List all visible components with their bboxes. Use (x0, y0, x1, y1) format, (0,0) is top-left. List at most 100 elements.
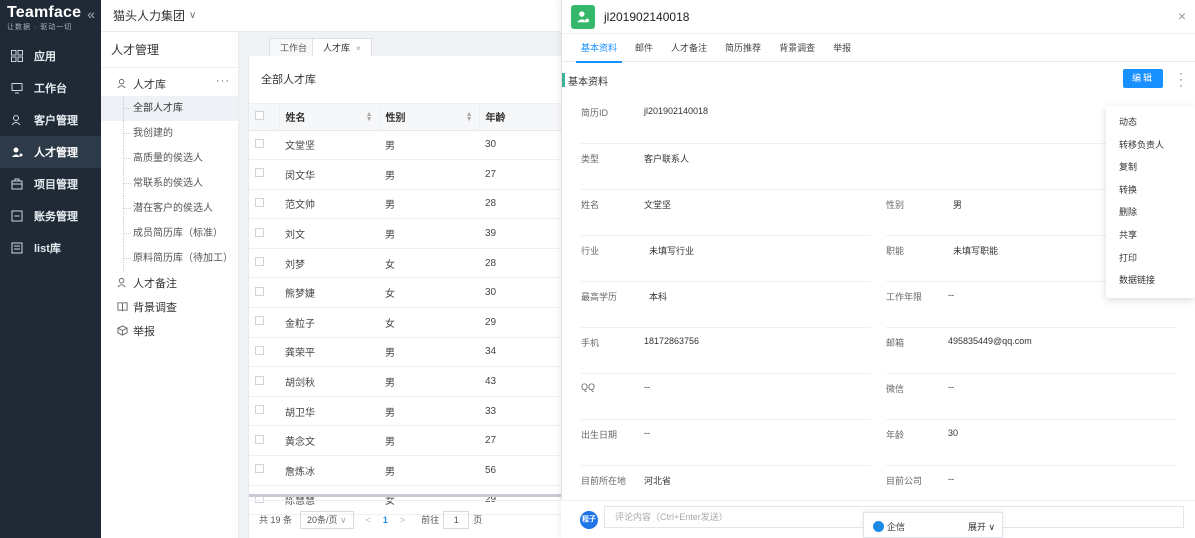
sidebar-item-all-talent[interactable]: 全部人才库 (101, 96, 238, 121)
menu-item-transfer-owner[interactable]: 转移负责人 (1106, 134, 1195, 157)
sidebar-group-talent-notes[interactable]: 人才备注 (101, 271, 238, 295)
section-header: 基本资料 编辑 · · · (562, 66, 1195, 94)
table-row[interactable]: 熊梦婕女 30 (249, 277, 562, 309)
nav-item-talent[interactable]: 人才管理 (0, 136, 101, 168)
table-row[interactable]: 闵文华男 27 (249, 159, 562, 190)
menu-item-data-link[interactable]: 数据链接 (1106, 269, 1195, 292)
edit-button[interactable]: 编辑 (1123, 69, 1163, 88)
menu-item-share[interactable]: 共享 (1106, 224, 1195, 247)
sidebar-item-member-standard[interactable]: 成员简历库（标准） (101, 221, 238, 246)
column-header-name[interactable]: 姓名 ▲ ▼ (279, 104, 380, 131)
pagination: 共 19 条 20条/页 ∨ < 1 > 前往 1 页 (249, 500, 562, 538)
section-marker (562, 73, 565, 87)
chat-expand-button[interactable]: 展开 ∨ (968, 520, 995, 533)
row-select-cell (249, 396, 279, 427)
row-checkbox[interactable] (255, 316, 264, 326)
column-header-gender[interactable]: 性别 ▲ ▼ (379, 104, 480, 131)
tab-basic-info[interactable]: 基本资料 (572, 34, 626, 63)
chat-expand-label: 展开 (968, 522, 987, 532)
nav-item-label: 客户管理 (34, 115, 78, 127)
table-row[interactable]: 范文帅男 28 (249, 189, 562, 220)
goto-page-input[interactable]: 1 (443, 510, 470, 529)
tab-email[interactable]: 邮件 (626, 34, 662, 62)
row-checkbox[interactable] (255, 168, 264, 178)
menu-item-copy[interactable]: 复制 (1106, 156, 1195, 179)
nav-item-customer[interactable]: 客户管理 (0, 104, 101, 136)
select-all-checkbox[interactable] (255, 110, 264, 120)
next-page-button[interactable]: > (400, 515, 405, 525)
more-icon[interactable]: ··· (216, 75, 230, 87)
close-tab-icon[interactable]: × (356, 44, 361, 53)
table-row[interactable]: 文堂坚男 30 (249, 130, 562, 161)
row-checkbox[interactable] (255, 464, 264, 474)
table-row[interactable]: 胡卫华男 33 (249, 396, 562, 427)
field-value: 未填写职能 (953, 246, 999, 256)
nav-item-finance[interactable]: 账务管理 (0, 200, 101, 232)
page-number[interactable]: 1 (383, 515, 388, 525)
row-checkbox[interactable] (255, 227, 264, 237)
menu-item-convert[interactable]: 转换 (1106, 179, 1195, 202)
sidebar-group-report[interactable]: 举报 (101, 319, 238, 343)
tab-workbench[interactable]: 工作台 (269, 38, 319, 56)
sort-icon[interactable]: ▲ ▼ (466, 111, 473, 123)
table-row[interactable]: 黄念文男 27 (249, 425, 562, 457)
row-checkbox[interactable] (255, 286, 264, 296)
nav-item-apps[interactable]: 应用 (0, 40, 101, 72)
horizontal-scrollbar[interactable] (249, 494, 562, 497)
tab-talent-pool[interactable]: 人才库 × (312, 38, 372, 56)
row-checkbox[interactable] (255, 138, 264, 148)
sidebar-group-talent-pool[interactable]: 人才库 ··· (101, 72, 238, 96)
sidebar-item-frequent[interactable]: 常联系的侯选人 (101, 171, 238, 196)
section-title: 基本资料 (568, 77, 608, 88)
cube-icon (117, 325, 129, 337)
chat-widget[interactable]: 企信 展开 ∨ (863, 512, 1003, 538)
tab-talent-notes[interactable]: 人才备注 (662, 34, 716, 62)
column-header-label: 性别 (385, 113, 406, 125)
close-drawer-icon[interactable]: × (1178, 8, 1186, 24)
sidebar-item-potential[interactable]: 潜在客户的侯选人 (101, 196, 238, 221)
field-email: 邮箱 495835449@qq.com (886, 328, 1177, 374)
sort-icon[interactable]: ▲ ▼ (366, 111, 373, 123)
prev-page-button[interactable]: < (366, 515, 371, 525)
tab-resume-recommend[interactable]: 简历推荐 (716, 34, 770, 62)
more-vertical-icon[interactable]: · · · (1179, 67, 1183, 91)
sidebar-group-background-check[interactable]: 背景调查 (101, 295, 238, 319)
nav-item-workbench[interactable]: 工作台 (0, 72, 101, 104)
row-checkbox[interactable] (255, 434, 264, 444)
row-checkbox[interactable] (255, 197, 264, 207)
row-checkbox[interactable] (255, 405, 264, 415)
menu-item-delete[interactable]: 删除 (1106, 201, 1195, 224)
table-row[interactable]: 刘梦女 28 (249, 248, 562, 279)
row-select-cell (249, 366, 279, 397)
table-row[interactable]: 胡剑秋男 43 (249, 366, 562, 397)
cell-gender: 男 (379, 366, 479, 397)
tab-background-check[interactable]: 背景调查 (770, 34, 824, 62)
sidebar-group-label: 举报 (133, 326, 155, 338)
column-header-age[interactable]: 年龄 (479, 104, 562, 131)
menu-item-print[interactable]: 打印 (1106, 247, 1195, 270)
field-label: 目前公司 (886, 476, 923, 486)
sidebar-item-raw-pending[interactable]: 原料简历库（待加工） (101, 246, 238, 271)
nav-item-project[interactable]: 项目管理 (0, 168, 101, 200)
table-row[interactable]: 刘文男 39 (249, 218, 562, 249)
table-row[interactable]: 金粒子女 29 (249, 307, 562, 338)
tab-report[interactable]: 举报 (824, 34, 860, 62)
sidebar-group-label: 背景调查 (133, 302, 177, 314)
table-row[interactable]: 詹炼冰男 56 (249, 455, 562, 486)
field-value: 客户联系人 (644, 154, 690, 164)
company-switcher[interactable]: 猫头人力集团 ∨ (101, 0, 561, 32)
row-checkbox[interactable] (255, 345, 264, 355)
sidebar-item-created-by-me[interactable]: 我创建的 (101, 121, 238, 146)
field-label: 工作年限 (886, 292, 923, 302)
sidebar-item-high-quality[interactable]: 高质量的侯选人 (101, 146, 238, 171)
table-row[interactable]: 龚荣平男 34 (249, 337, 562, 368)
nav-item-list[interactable]: list库 (0, 232, 101, 264)
row-checkbox[interactable] (255, 375, 264, 385)
menu-item-activity[interactable]: 动态 (1106, 111, 1195, 134)
sidebar-group-label: 人才库 (133, 79, 166, 91)
customer-icon (10, 113, 24, 127)
page-size-select[interactable]: 20条/页 ∨ (300, 510, 354, 529)
collapse-nav-icon[interactable]: « (87, 6, 95, 22)
page-suffix: 页 (473, 515, 483, 525)
row-checkbox[interactable] (255, 257, 264, 267)
